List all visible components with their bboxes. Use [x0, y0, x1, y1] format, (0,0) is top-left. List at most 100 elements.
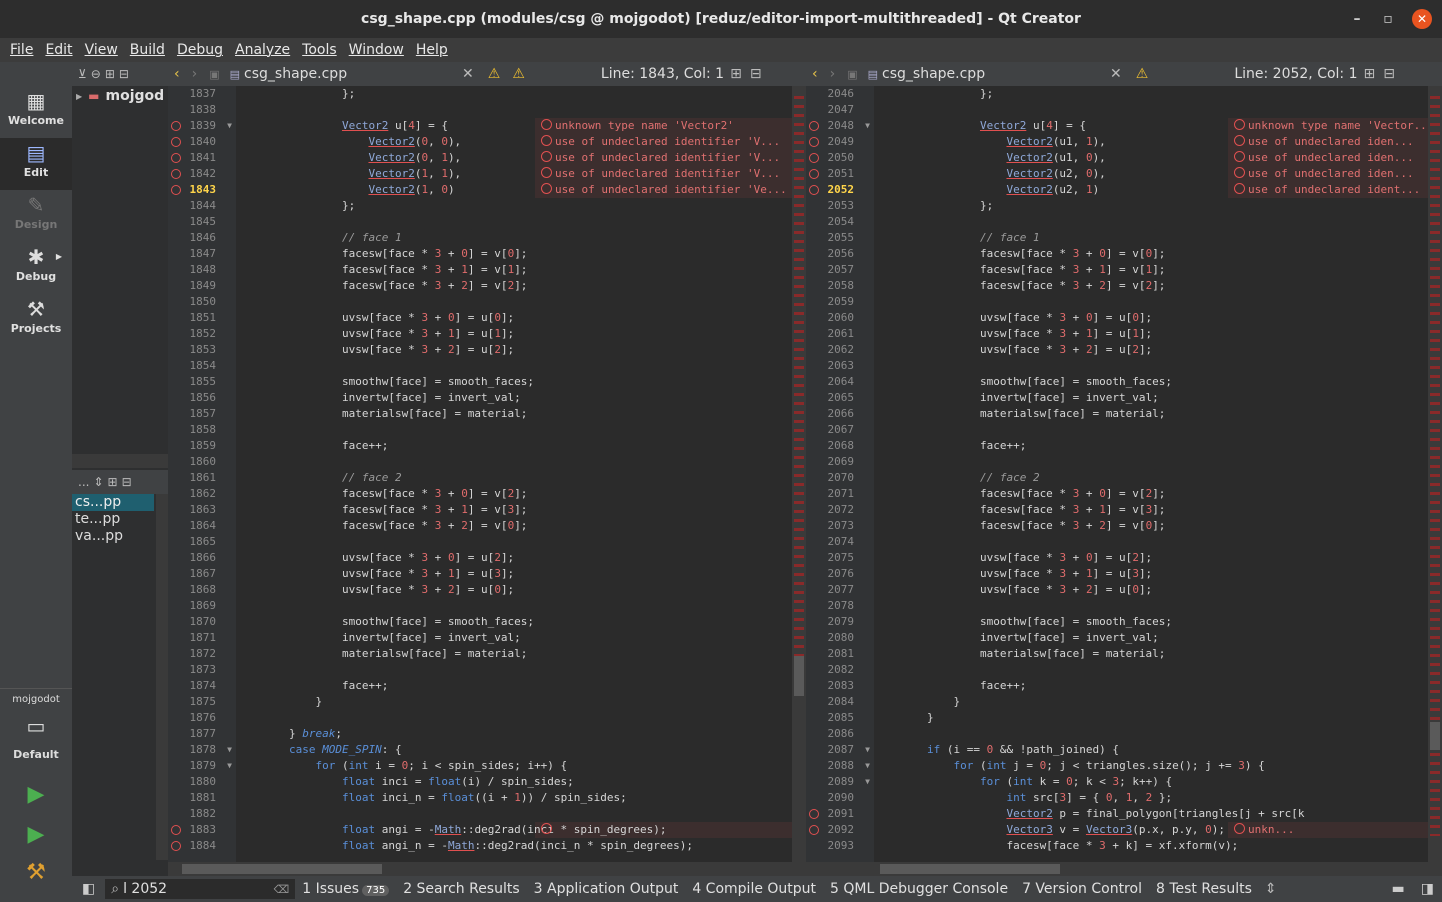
- line-number[interactable]: 2046: [806, 86, 874, 102]
- line-number[interactable]: 2055: [806, 230, 874, 246]
- line-number[interactable]: 2063: [806, 358, 874, 374]
- line-number[interactable]: 2071: [806, 486, 874, 502]
- line-number[interactable]: 1840: [168, 134, 236, 150]
- menu-analyze[interactable]: Analyze: [229, 42, 296, 58]
- maximize-icon[interactable]: ▫: [1378, 9, 1398, 29]
- split-icon-2[interactable]: ⊞: [108, 475, 118, 489]
- line-number[interactable]: 1852: [168, 326, 236, 342]
- error-marker-icon[interactable]: [809, 137, 819, 147]
- right-horizontal-scrollbar[interactable]: [806, 862, 1442, 876]
- mode-welcome[interactable]: ▦ Welcome: [0, 86, 72, 138]
- line-number[interactable]: 1871: [168, 630, 236, 646]
- back-icon[interactable]: ‹: [806, 66, 824, 82]
- line-number[interactable]: 1868: [168, 582, 236, 598]
- split-editor-icon[interactable]: ⊞: [1358, 66, 1382, 82]
- diagnostic-message[interactable]: use of undeclared identifier 'V...: [541, 134, 780, 150]
- line-number[interactable]: 1873: [168, 662, 236, 678]
- list-item[interactable]: te...pp: [72, 511, 154, 528]
- tab-test-results[interactable]: 8 Test Results: [1149, 881, 1259, 897]
- diagnostic-message[interactable]: use of undeclared identifier 'V...: [541, 150, 780, 166]
- error-marker-icon[interactable]: [171, 153, 181, 163]
- close-document-icon[interactable]: ✕: [1102, 66, 1130, 82]
- line-number[interactable]: 2053: [806, 198, 874, 214]
- line-number[interactable]: 1870: [168, 614, 236, 630]
- error-marker-icon[interactable]: [809, 825, 819, 835]
- line-number[interactable]: 1862: [168, 486, 236, 502]
- clear-icon[interactable]: ⌫: [274, 883, 290, 896]
- error-marker-icon[interactable]: [809, 153, 819, 163]
- line-number[interactable]: 2072: [806, 502, 874, 518]
- forward-icon[interactable]: ›: [824, 66, 842, 82]
- fold-arrow-icon[interactable]: ▼: [227, 118, 232, 134]
- line-number[interactable]: 1869: [168, 598, 236, 614]
- fold-arrow-icon[interactable]: ▼: [227, 742, 232, 758]
- line-number[interactable]: 1865: [168, 534, 236, 550]
- open-docs-selector[interactable]: ...: [78, 475, 89, 489]
- more-tabs-icon[interactable]: ⇕: [1259, 881, 1283, 897]
- line-number[interactable]: 1848: [168, 262, 236, 278]
- line-number[interactable]: 1880: [168, 774, 236, 790]
- line-number[interactable]: 2093: [806, 838, 874, 854]
- line-number[interactable]: 1872: [168, 646, 236, 662]
- line-number[interactable]: 2073: [806, 518, 874, 534]
- line-number[interactable]: 1878 ▼: [168, 742, 236, 758]
- project-root-item[interactable]: ▶ ▬ mojgod: [72, 86, 168, 106]
- line-number[interactable]: 1849: [168, 278, 236, 294]
- line-number[interactable]: 2059: [806, 294, 874, 310]
- diagnostic-message[interactable]: use of undeclared iden...: [1234, 166, 1414, 182]
- line-number[interactable]: 2068: [806, 438, 874, 454]
- close-split-icon[interactable]: ⊟: [1381, 66, 1397, 82]
- diagnostic-message[interactable]: unkn...: [1234, 822, 1294, 838]
- fold-arrow-icon[interactable]: ▼: [227, 758, 232, 774]
- menu-tools[interactable]: Tools: [296, 42, 343, 58]
- fold-arrow-icon[interactable]: ▼: [865, 774, 870, 790]
- line-number[interactable]: 2092: [806, 822, 874, 838]
- line-number[interactable]: 1846: [168, 230, 236, 246]
- right-file-name[interactable]: csg_shape.cpp: [882, 66, 1102, 82]
- left-code-area[interactable]: }; Vector2 u[4] = {unknown type name 'Ve…: [236, 86, 792, 862]
- line-number[interactable]: 2087 ▼: [806, 742, 874, 758]
- line-number[interactable]: 1875: [168, 694, 236, 710]
- line-number[interactable]: 1842: [168, 166, 236, 182]
- menu-edit[interactable]: Edit: [39, 42, 78, 58]
- diagnostic-message[interactable]: unknown type name 'Vector...: [1234, 118, 1428, 134]
- menu-debug[interactable]: Debug: [171, 42, 229, 58]
- line-number[interactable]: 2089 ▼: [806, 774, 874, 790]
- link-icon[interactable]: ⊖: [91, 67, 101, 81]
- line-number[interactable]: 1854: [168, 358, 236, 374]
- line-number[interactable]: 2076: [806, 566, 874, 582]
- error-marker-icon[interactable]: [809, 121, 819, 131]
- line-number[interactable]: 2075: [806, 550, 874, 566]
- debug-run-button[interactable]: ▶: [22, 822, 50, 850]
- left-cursor-position[interactable]: Line: 1843, Col: 1: [601, 66, 724, 82]
- line-number[interactable]: 1881: [168, 790, 236, 806]
- line-number[interactable]: 1861: [168, 470, 236, 486]
- line-number[interactable]: 2069: [806, 454, 874, 470]
- tab-qml-debugger-console[interactable]: 5 QML Debugger Console: [823, 881, 1015, 897]
- diagnostic-message[interactable]: use of undeclared iden...: [1234, 134, 1414, 150]
- diagnostic-message[interactable]: use of undeclared iden...: [1234, 150, 1414, 166]
- tab-compile-output[interactable]: 4 Compile Output: [685, 881, 823, 897]
- warning-icon[interactable]: ⚠: [482, 66, 507, 82]
- build-hammer-icon[interactable]: ⚒: [22, 860, 50, 888]
- line-number[interactable]: 2090: [806, 790, 874, 806]
- menu-file[interactable]: File: [4, 42, 39, 58]
- tab-issues[interactable]: 1 Issues 735: [295, 881, 396, 897]
- line-number[interactable]: 2083: [806, 678, 874, 694]
- line-number[interactable]: 2058: [806, 278, 874, 294]
- line-number[interactable]: 2066: [806, 406, 874, 422]
- line-number[interactable]: 2074: [806, 534, 874, 550]
- menu-window[interactable]: Window: [343, 42, 410, 58]
- line-number[interactable]: 1847: [168, 246, 236, 262]
- diagnostic-message[interactable]: [541, 822, 555, 838]
- line-number[interactable]: 2079: [806, 614, 874, 630]
- tab-application-output[interactable]: 3 Application Output: [527, 881, 686, 897]
- line-number[interactable]: 1877: [168, 726, 236, 742]
- error-marker-icon[interactable]: [171, 185, 181, 195]
- close-pane-icon-2[interactable]: ⊟: [122, 475, 132, 489]
- line-number[interactable]: 2067: [806, 422, 874, 438]
- error-marker-icon[interactable]: [809, 809, 819, 819]
- updown-icon[interactable]: ⇕: [93, 475, 103, 489]
- error-marker-icon[interactable]: [171, 169, 181, 179]
- left-file-name[interactable]: csg_shape.cpp: [244, 66, 454, 82]
